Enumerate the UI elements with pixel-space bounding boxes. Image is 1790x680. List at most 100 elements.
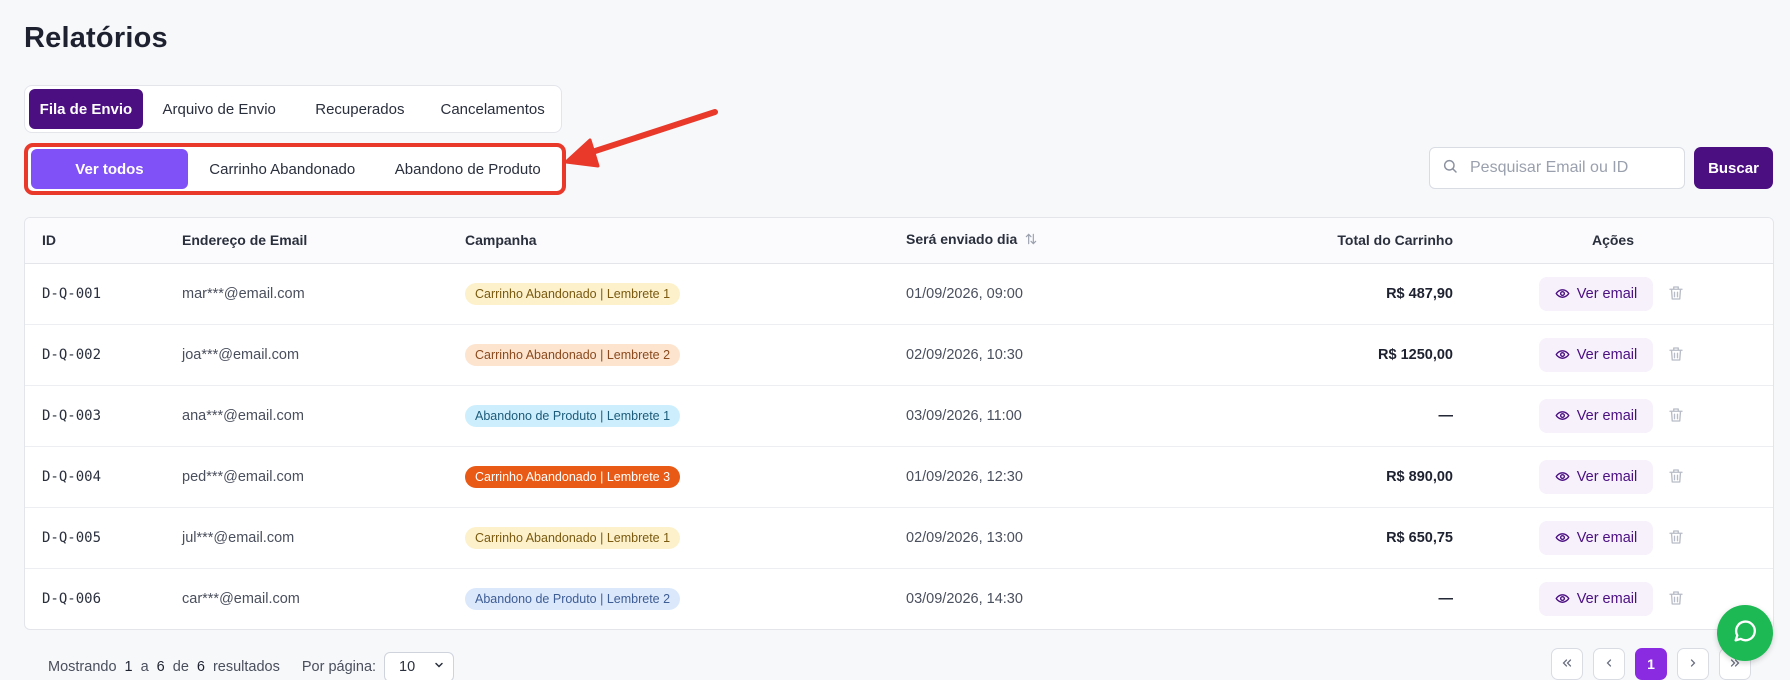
tab-cancelamentos[interactable]: Cancelamentos — [428, 89, 557, 129]
header-email: Endereço de Email — [182, 218, 465, 264]
view-email-label: Ver email — [1576, 407, 1638, 424]
campaign-badge: Carrinho Abandonado | Lembrete 3 — [465, 465, 681, 488]
row-email: ped***@email.com — [182, 445, 465, 507]
row-cart-total: R$ 1250,00 — [1196, 323, 1453, 385]
row-id: D-Q-004 — [25, 445, 182, 507]
trash-icon[interactable] — [1667, 589, 1687, 609]
trash-icon[interactable] — [1667, 467, 1687, 487]
showing-prefix: Mostrando — [48, 659, 117, 675]
chevrons-left-icon — [1561, 656, 1573, 672]
row-id: D-Q-002 — [25, 323, 182, 385]
campaign-filter-tabs: Ver todos Carrinho Abandonado Abandono d… — [24, 143, 566, 195]
row-send-date: 02/09/2026, 13:00 — [906, 506, 1196, 568]
header-cart-total: Total do Carrinho — [1196, 218, 1453, 264]
row-actions: Ver email — [1453, 445, 1773, 507]
view-email-button[interactable]: Ver email — [1538, 581, 1654, 616]
campaign-badge: Abandono de Produto | Lembrete 1 — [465, 404, 681, 427]
per-page-label: Por página: — [301, 659, 377, 675]
table-row: D-Q-005 jul***@email.com Carrinho Abandona… — [25, 506, 1773, 568]
header-send-date-label: Será enviado dia — [906, 231, 1018, 248]
queue-table: ID Endereço de Email Campanha Será envia… — [24, 217, 1774, 630]
view-email-label: Ver email — [1576, 529, 1638, 546]
search-icon — [1442, 158, 1458, 179]
filter-ver-todos[interactable]: Ver todos — [31, 149, 188, 189]
row-send-date: 01/09/2026, 12:30 — [906, 445, 1196, 507]
table-footer: Mostrando 1 a 6 de 6 resultados Por pági… — [48, 652, 455, 680]
primary-tabs: Fila de Envio Arquivo de Envio Recuperad… — [24, 85, 562, 133]
filter-abandono-de-produto[interactable]: Abandono de Produto — [377, 149, 559, 189]
view-email-button[interactable]: Ver email — [1538, 398, 1654, 433]
row-id: D-Q-005 — [25, 506, 182, 568]
per-page-select[interactable]: 10 — [384, 652, 455, 680]
row-campaign-cell: Carrinho Abandonado | Lembrete 1 — [465, 506, 906, 568]
campaign-badge: Carrinho Abandonado | Lembrete 1 — [465, 282, 681, 305]
row-actions: Ver email — [1453, 506, 1773, 568]
view-email-label: Ver email — [1576, 590, 1638, 607]
row-send-date: 02/09/2026, 10:30 — [906, 323, 1196, 385]
table-row: D-Q-003 ana***@email.com Abandono de Produ… — [25, 384, 1773, 446]
row-send-date: 03/09/2026, 11:00 — [906, 384, 1196, 446]
row-id: D-Q-006 — [25, 567, 182, 629]
row-id: D-Q-001 — [42, 285, 102, 302]
showing-to-word: a — [140, 659, 149, 675]
row-campaign-cell: Carrinho Abandonado | Lembrete 3 — [465, 445, 906, 507]
row-send-date: 03/09/2026, 14:30 — [906, 567, 1196, 629]
search-button[interactable]: Buscar — [1694, 147, 1773, 189]
tab-recuperados[interactable]: Recuperados — [295, 89, 424, 129]
row-cart-total: R$ 650,75 — [1196, 506, 1453, 568]
chevron-right-icon — [1687, 656, 1699, 672]
chevron-down-icon — [433, 659, 445, 675]
header-send-date[interactable]: Será enviado dia — [906, 218, 1196, 264]
tab-fila-de-envio[interactable]: Fila de Envio — [29, 89, 143, 129]
pagination: 1 — [1551, 648, 1751, 680]
showing-total: 6 — [196, 659, 205, 675]
search-box — [1429, 147, 1685, 189]
search-input[interactable] — [1470, 159, 1670, 177]
row-actions: Ver email — [1453, 384, 1773, 446]
row-send-date: 01/09/2026, 09:00 — [906, 285, 1023, 302]
table-header-row: ID Endereço de Email Campanha Será envia… — [25, 218, 1773, 264]
page-title: Relatórios — [24, 22, 168, 54]
first-page-button[interactable] — [1551, 648, 1583, 680]
header-actions: Ações — [1453, 218, 1773, 264]
showing-to: 6 — [156, 659, 165, 675]
trash-icon[interactable] — [1667, 284, 1687, 304]
row-campaign-cell: Abandono de Produto | Lembrete 1 — [465, 384, 906, 446]
chat-button[interactable] — [1717, 605, 1773, 661]
view-email-button[interactable]: Ver email — [1538, 459, 1654, 494]
row-email: ana***@email.com — [182, 384, 465, 446]
view-email-label: Ver email — [1576, 285, 1638, 302]
trash-icon[interactable] — [1667, 528, 1687, 548]
page-button-current[interactable]: 1 — [1635, 648, 1667, 680]
eye-icon — [1555, 347, 1570, 362]
next-page-button[interactable] — [1677, 648, 1709, 680]
view-email-button[interactable]: Ver email — [1538, 337, 1654, 372]
trash-icon[interactable] — [1667, 345, 1687, 365]
row-cart-total: R$ 890,00 — [1196, 445, 1453, 507]
table-row: D-Q-001 mar***@email.com Carrinho Abandona… — [25, 263, 1773, 324]
prev-page-button[interactable] — [1593, 648, 1625, 680]
row-email: jul***@email.com — [182, 506, 465, 568]
filter-carrinho-abandonado[interactable]: Carrinho Abandonado — [194, 149, 371, 189]
row-cart-total: — — [1196, 567, 1453, 629]
table-row: D-Q-006 car***@email.com Abandono de Produ… — [25, 567, 1773, 629]
header-id: ID — [25, 218, 182, 264]
row-campaign-cell: Carrinho Abandonado | Lembrete 2 — [465, 323, 906, 385]
campaign-badge: Carrinho Abandonado | Lembrete 2 — [465, 343, 681, 366]
view-email-label: Ver email — [1576, 468, 1638, 485]
row-cart-total: — — [1196, 384, 1453, 446]
table-row: D-Q-004 ped***@email.com Carrinho Abandona… — [25, 445, 1773, 507]
sort-icon[interactable] — [1024, 232, 1038, 249]
row-actions: Ver email — [1453, 323, 1773, 385]
chevron-left-icon — [1603, 656, 1615, 672]
eye-icon — [1555, 530, 1570, 545]
row-email: mar***@email.com — [182, 285, 305, 302]
tab-arquivo-de-envio[interactable]: Arquivo de Envio — [147, 89, 292, 129]
row-email: joa***@email.com — [182, 323, 465, 385]
view-email-button[interactable]: Ver email — [1538, 276, 1654, 311]
annotation-arrow — [564, 109, 718, 168]
trash-icon[interactable] — [1667, 406, 1687, 426]
view-email-button[interactable]: Ver email — [1538, 520, 1654, 555]
view-email-label: Ver email — [1576, 346, 1638, 363]
row-id: D-Q-003 — [25, 384, 182, 446]
